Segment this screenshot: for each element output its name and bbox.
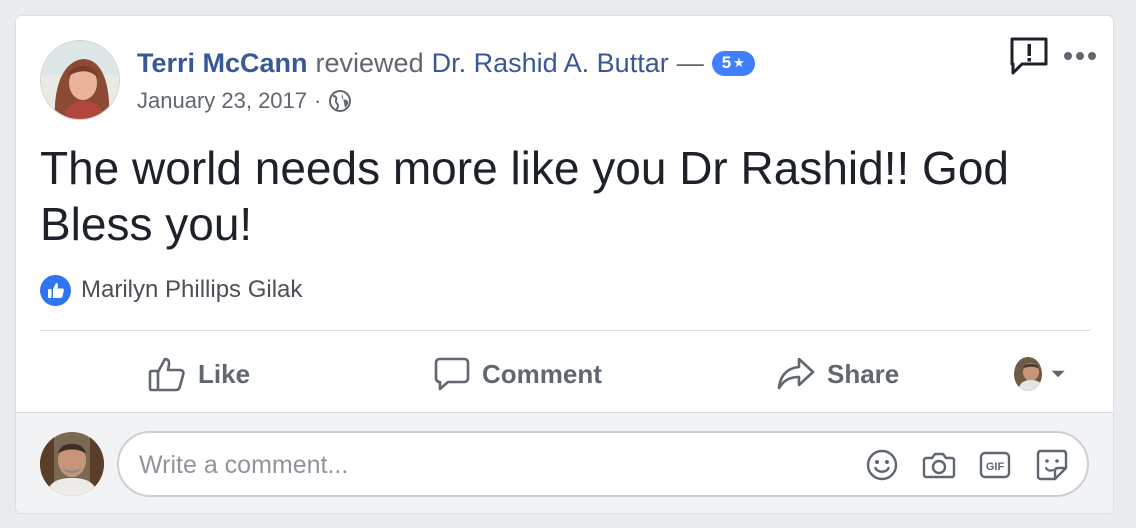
comment-bubble-icon: [434, 357, 470, 391]
comment-label: Comment: [482, 358, 602, 389]
meta-separator: ·: [314, 88, 322, 113]
action-bar: Like Comment Share: [16, 346, 1113, 402]
author-avatar[interactable]: [40, 40, 120, 120]
post-header: Terri McCann reviewed Dr. Rashid A. Butt…: [137, 46, 755, 80]
review-subject-link[interactable]: Dr. Rashid A. Buttar: [432, 48, 669, 79]
svg-text:GIF: GIF: [986, 461, 1005, 473]
star-icon: ★: [733, 55, 745, 70]
comment-as-selector[interactable]: [1014, 346, 1078, 402]
like-button[interactable]: Like: [148, 346, 250, 402]
divider: [40, 330, 1090, 331]
sticker-icon[interactable]: [1035, 448, 1069, 482]
thumbs-up-icon: [40, 274, 71, 306]
camera-icon[interactable]: [922, 448, 956, 482]
share-label: Share: [827, 358, 900, 389]
report-flag-icon: [1010, 37, 1048, 75]
rating-badge[interactable]: 5 ★: [711, 50, 755, 76]
emoji-icon[interactable]: [865, 448, 899, 482]
header-dash: —: [676, 47, 704, 78]
thumbs-up-outline-icon: [148, 357, 185, 392]
post-meta: January 23, 2017 ·: [137, 86, 352, 116]
post-date[interactable]: January 23, 2017: [137, 88, 307, 114]
gif-icon[interactable]: GIF: [978, 448, 1012, 482]
like-label: Like: [198, 358, 251, 389]
current-user-avatar[interactable]: [40, 432, 104, 496]
reactions-summary[interactable]: Marilyn Phillips Gilak: [40, 274, 302, 306]
review-post-card: Terri McCann reviewed Dr. Rashid A. Butt…: [15, 15, 1114, 514]
comment-composer: GIF: [16, 412, 1113, 513]
more-options-button[interactable]: [1060, 44, 1100, 68]
author-name-link[interactable]: Terri McCann: [137, 48, 308, 79]
comment-button[interactable]: Comment: [434, 346, 602, 402]
comment-input-box[interactable]: GIF: [117, 431, 1089, 497]
share-arrow-icon: [777, 357, 815, 390]
likers-names[interactable]: Marilyn Phillips Gilak: [81, 276, 302, 304]
ellipsis-icon: [1064, 52, 1096, 60]
comment-input[interactable]: [139, 447, 819, 483]
share-button[interactable]: Share: [777, 346, 899, 402]
chevron-down-icon: [1051, 370, 1065, 378]
globe-icon[interactable]: [328, 89, 352, 113]
review-verb: reviewed: [315, 47, 424, 78]
current-user-mini-avatar: [1014, 357, 1042, 391]
review-text: The world needs more like you Dr Rashid!…: [40, 142, 1009, 250]
rating-value: 5: [721, 53, 732, 72]
report-button[interactable]: [1008, 36, 1052, 76]
